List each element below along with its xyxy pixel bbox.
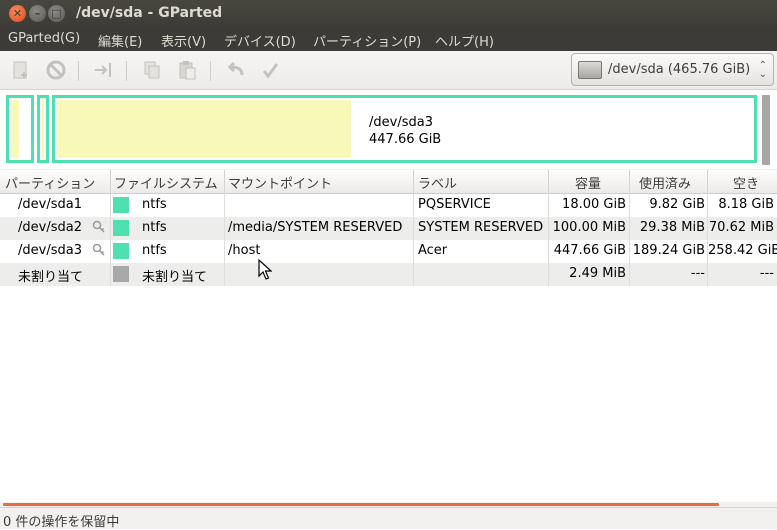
table-row[interactable]: /dev/sda2 ntfs /media/SYSTEM RESERVED SY…: [0, 217, 777, 240]
filesystem-color-swatch: [113, 220, 129, 236]
column-header-mountpoint[interactable]: マウントポイント: [228, 173, 332, 192]
column-divider: [110, 194, 111, 286]
cell-used: 189.24 GiB: [632, 243, 705, 258]
cell-size: 100.00 MiB: [552, 220, 626, 235]
disk-map-unallocated[interactable]: [762, 95, 770, 165]
undo-icon[interactable]: [223, 59, 247, 81]
cell-used: ---: [690, 266, 705, 281]
cell-label: SYSTEM RESERVED: [418, 220, 544, 235]
table-row[interactable]: /dev/sda3 ntfs /host Acer 447.66 GiB 189…: [0, 240, 777, 263]
cell-free: 258.42 GiB: [708, 243, 777, 258]
cell-size: 2.49 MiB: [569, 266, 626, 281]
filesystem-color-swatch: [113, 243, 129, 259]
column-divider: [224, 194, 225, 286]
column-header-partition[interactable]: パーティション: [5, 173, 95, 192]
column-divider: [629, 194, 630, 286]
cell-free: ---: [759, 266, 774, 281]
apply-icon[interactable]: [258, 59, 282, 81]
menu-view[interactable]: 表示(V): [161, 31, 206, 50]
cell-free: 70.62 MiB: [708, 220, 774, 235]
table-header: パーティション ファイルシステム マウントポイント ラベル 容量 使用済み 空き: [0, 170, 777, 194]
column-header-used[interactable]: 使用済み: [639, 173, 691, 192]
status-bar: 0 件の操作を保留中: [0, 507, 777, 530]
maximize-window-button[interactable]: □: [48, 5, 65, 22]
cell-filesystem: ntfs: [142, 243, 167, 258]
column-divider: [413, 194, 414, 286]
column-divider: [224, 170, 225, 194]
cell-filesystem: ntfs: [142, 197, 167, 212]
paste-icon[interactable]: [175, 59, 199, 81]
gparted-window: ✕ – □ /dev/sda - GParted GParted(G) 編集(E…: [0, 0, 777, 530]
menu-bar: GParted(G) 編集(E) 表示(V) デバイス(D) パーティション(P…: [0, 28, 777, 51]
cell-filesystem: 未割り当て: [142, 270, 208, 285]
pending-operations-status: 0 件の操作を保留中: [3, 515, 120, 530]
toolbar-separator: [78, 61, 79, 81]
cell-free: 8.18 GiB: [718, 197, 774, 212]
filesystem-color-swatch: [113, 266, 129, 282]
menu-edit[interactable]: 編集(E): [98, 31, 142, 50]
key-icon: [92, 243, 106, 257]
column-divider: [413, 170, 414, 194]
disk-map-used-space: [42, 100, 44, 158]
column-header-filesystem[interactable]: ファイルシステム: [114, 173, 218, 192]
hard-disk-icon: [578, 61, 602, 79]
filesystem-color-swatch: [113, 197, 129, 213]
chevron-up-down-icon: ⌃ ⌄: [758, 60, 767, 80]
close-window-button[interactable]: ✕: [9, 5, 26, 22]
toolbar-separator: [126, 61, 127, 81]
cell-partition: /dev/sda3: [18, 243, 82, 258]
column-header-size[interactable]: 容量: [575, 173, 601, 192]
disk-map-partition-sda2[interactable]: [37, 95, 49, 163]
table-row[interactable]: /dev/sda1 ntfs PQSERVICE 18.00 GiB 9.82 …: [0, 194, 777, 217]
menu-partition[interactable]: パーティション(P): [313, 31, 421, 50]
minimize-window-button[interactable]: –: [29, 5, 46, 22]
disk-map-partition-sda1[interactable]: [6, 95, 34, 163]
column-header-free[interactable]: 空き: [733, 173, 759, 192]
cell-filesystem: ntfs: [142, 220, 167, 235]
cell-partition: /dev/sda2: [18, 220, 82, 235]
menu-help[interactable]: ヘルプ(H): [435, 31, 494, 50]
cell-size: 447.66 GiB: [553, 243, 626, 258]
disk-map-used-space: [11, 100, 19, 158]
cell-partition: /dev/sda1: [18, 197, 82, 212]
mouse-cursor-icon: [258, 259, 272, 280]
cell-mountpoint: /media/SYSTEM RESERVED: [228, 220, 403, 235]
disk-map[interactable]: /dev/sda3 447.66 GiB: [0, 90, 777, 169]
new-icon[interactable]: [9, 59, 33, 81]
menu-device[interactable]: デバイス(D): [224, 31, 296, 50]
cell-partition: 未割り当て: [18, 270, 84, 285]
column-divider: [110, 170, 111, 194]
key-icon: [92, 220, 106, 234]
disk-map-used-space: [57, 100, 351, 158]
column-divider: [707, 194, 708, 286]
cell-used: 29.38 MiB: [639, 220, 705, 235]
cell-mountpoint: /host: [228, 243, 261, 258]
table-row[interactable]: 未割り当て 未割り当て 2.49 MiB --- ---: [0, 263, 777, 286]
toolbar-separator: [210, 61, 211, 81]
delete-icon[interactable]: [44, 59, 68, 81]
copy-icon[interactable]: [140, 59, 164, 81]
column-divider: [548, 170, 549, 194]
cell-label: PQSERVICE: [418, 197, 491, 212]
disk-map-partition-size: 447.66 GiB: [369, 132, 442, 147]
column-header-label[interactable]: ラベル: [418, 173, 457, 192]
disk-map-partition-info: /dev/sda3 447.66 GiB: [369, 114, 441, 148]
device-selector-label: /dev/sda (465.76 GiB): [608, 62, 751, 77]
column-divider: [629, 170, 630, 194]
title-bar: ✕ – □ /dev/sda - GParted: [0, 0, 777, 28]
column-divider: [548, 194, 549, 286]
partition-table: パーティション ファイルシステム マウントポイント ラベル 容量 使用済み 空き…: [0, 170, 777, 505]
device-selector[interactable]: /dev/sda (465.76 GiB) ⌃ ⌄: [571, 53, 774, 86]
resize-move-icon[interactable]: [91, 59, 115, 81]
column-divider: [707, 170, 708, 194]
disk-map-partition-name: /dev/sda3: [369, 115, 433, 130]
cell-label: Acer: [418, 243, 448, 258]
cell-size: 18.00 GiB: [562, 197, 626, 212]
menu-gparted[interactable]: GParted(G): [8, 31, 80, 46]
scrollbar-thumb[interactable]: [3, 503, 719, 506]
cell-used: 9.82 GiB: [649, 197, 705, 212]
window-title: /dev/sda - GParted: [76, 5, 223, 21]
